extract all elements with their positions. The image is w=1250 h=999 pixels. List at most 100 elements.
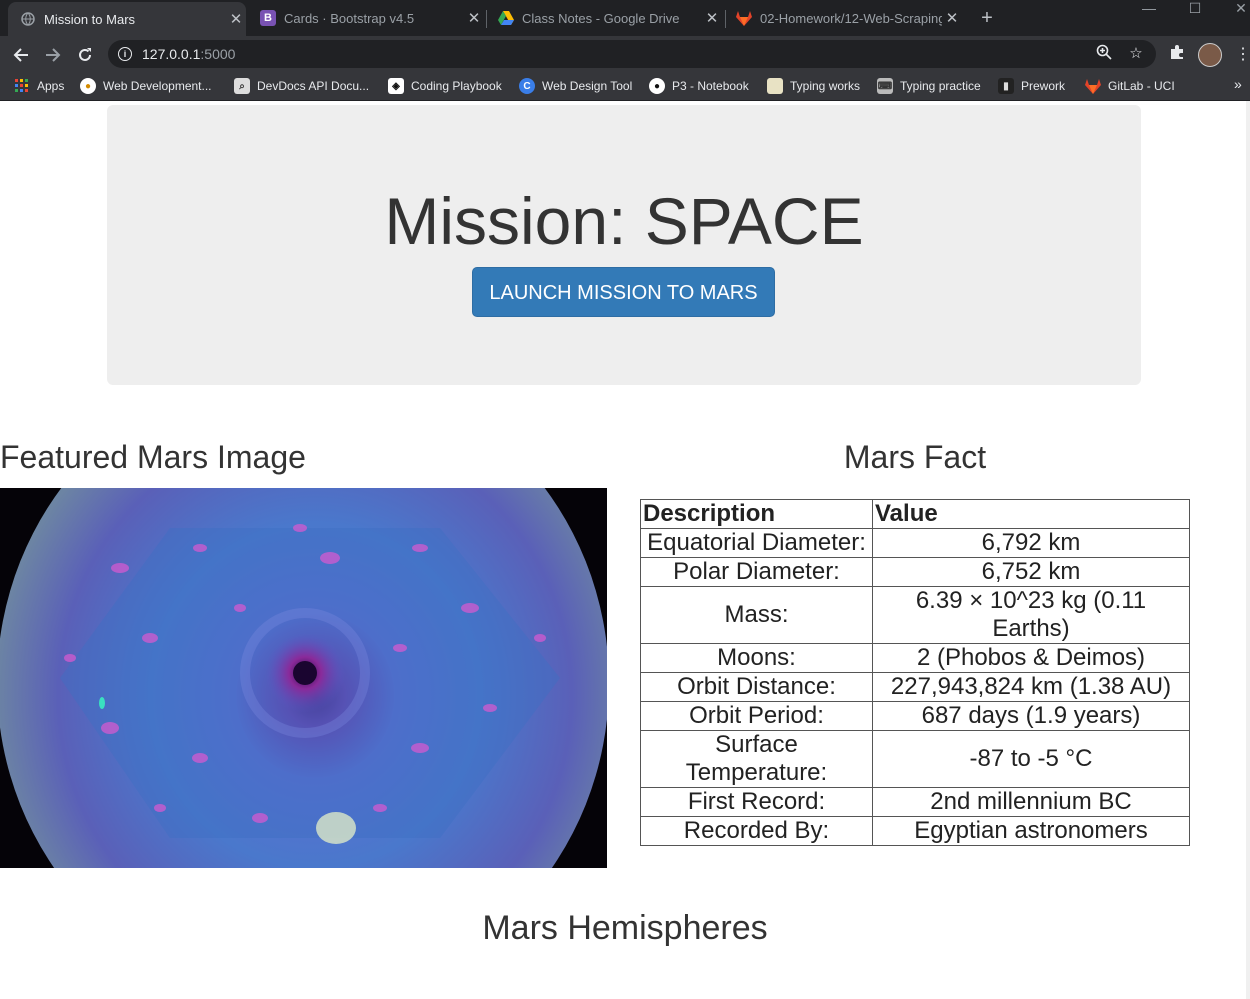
zoom-icon[interactable] <box>1094 44 1114 64</box>
tab-bootstrap-cards[interactable]: B Cards · Bootstrap v4.5 ✕ <box>252 0 484 36</box>
fact-description: Polar Diameter: <box>640 557 873 587</box>
extensions-puzzle-icon[interactable] <box>1166 44 1188 66</box>
tab-close-icon[interactable]: ✕ <box>464 9 484 27</box>
tab-divider <box>725 10 726 28</box>
hemispheres-heading: Mars Hemispheres <box>482 909 768 947</box>
bookmarks-overflow-icon[interactable]: » <box>1234 76 1242 92</box>
tab-title: 02-Homework/12-Web-Scraping <box>760 10 942 26</box>
fact-description: Mass: <box>640 586 873 644</box>
github-icon: ● <box>649 78 665 94</box>
fact-value: Egyptian astronomers <box>872 816 1190 846</box>
fact-description: Equatorial Diameter: <box>640 528 873 558</box>
profile-avatar[interactable] <box>1198 43 1222 67</box>
tab-close-icon[interactable]: ✕ <box>226 10 246 28</box>
browser-tab-strip: Mission to Mars ✕ B Cards · Bootstrap v4… <box>0 0 1250 36</box>
fact-description: Recorded By: <box>640 816 873 846</box>
fact-description: Surface Temperature: <box>640 730 873 788</box>
featured-mars-image <box>0 488 607 868</box>
browser-toolbar: i 127.0.0.1:5000 ☆ ⋮ <box>0 36 1250 72</box>
tab-close-icon[interactable]: ✕ <box>702 9 722 27</box>
bookmark-label: Web Development... <box>103 79 212 93</box>
book-icon: ▮ <box>998 78 1014 94</box>
bookmark-label: Typing works <box>790 79 861 93</box>
bookmark-prework[interactable]: ▮ Prework <box>998 76 1065 96</box>
fact-description: Orbit Period: <box>640 701 873 731</box>
tab-title: Mission to Mars <box>44 11 136 27</box>
mars-facts-table: Description Value Equatorial Diameter: 6,… <box>640 499 1190 846</box>
bookmark-devdocs[interactable]: ⌕ DevDocs API Docu... <box>234 76 369 96</box>
page-title: Mission: SPACE <box>384 184 864 258</box>
tab-title: Cards · Bootstrap v4.5 <box>284 10 415 26</box>
fact-value: 2 (Phobos & Deimos) <box>872 643 1190 673</box>
fact-value: 6,792 km <box>872 528 1190 558</box>
tab-google-drive[interactable]: Class Notes - Google Drive ✕ <box>490 0 722 36</box>
fact-description: Moons: <box>640 643 873 673</box>
apps-grid-icon <box>14 78 30 94</box>
bookmarks-bar: Apps ● Web Development... ⌕ DevDocs API … <box>0 72 1250 101</box>
bookmark-label: Web Design Tool <box>542 79 633 93</box>
table-row: Surface Temperature: -87 to -5 °C <box>640 730 1190 788</box>
fact-value: 687 days (1.9 years) <box>872 701 1190 731</box>
keyboard-icon: ⌨ <box>877 78 893 94</box>
fact-value: -87 to -5 °C <box>872 730 1190 788</box>
bookmark-p3-notebook[interactable]: ● P3 - Notebook <box>649 76 749 96</box>
fact-value: 6,752 km <box>872 557 1190 587</box>
new-tab-icon[interactable]: + <box>976 6 998 30</box>
bookmark-label: Coding Playbook <box>411 79 502 93</box>
star-bookmark-icon[interactable]: ☆ <box>1126 44 1146 64</box>
bookmark-label: DevDocs API Docu... <box>257 79 370 93</box>
table-row: First Record: 2nd millennium BC <box>640 787 1190 817</box>
tab-title: Class Notes - Google Drive <box>522 10 680 26</box>
table-row: Moons: 2 (Phobos & Deimos) <box>640 643 1190 673</box>
tab-mission-to-mars[interactable]: Mission to Mars ✕ <box>8 2 246 36</box>
page-icon <box>767 78 783 94</box>
tab-divider <box>486 10 487 28</box>
bookmark-label: P3 - Notebook <box>672 79 749 93</box>
codepen-icon: ◈ <box>388 78 404 94</box>
url-text: 127.0.0.1:5000 <box>142 46 235 62</box>
table-row: Orbit Distance: 227,943,824 km (1.38 AU) <box>640 672 1190 702</box>
reload-icon[interactable] <box>72 42 98 68</box>
bookmark-gitlab-uci[interactable]: GitLab - UCI <box>1085 76 1175 96</box>
google-drive-icon <box>498 10 514 26</box>
gitlab-icon <box>736 10 752 26</box>
address-bar[interactable]: i 127.0.0.1:5000 ☆ <box>108 40 1156 68</box>
maximize-icon[interactable]: ☐ <box>1180 0 1210 20</box>
menu-kebab-icon[interactable]: ⋮ <box>1232 44 1250 66</box>
launch-mission-button[interactable]: LAUNCH MISSION TO MARS <box>472 267 775 317</box>
fact-description: First Record: <box>640 787 873 817</box>
url-port: :5000 <box>200 46 236 62</box>
bookmark-label: Prework <box>1021 79 1066 93</box>
canva-icon: C <box>519 78 535 94</box>
bookmark-coding-playbook[interactable]: ◈ Coding Playbook <box>388 76 502 96</box>
mars-facts-heading: Mars Fact <box>843 439 987 475</box>
table-row: Orbit Period: 687 days (1.9 years) <box>640 701 1190 731</box>
bookmark-label: Typing practice <box>900 79 981 93</box>
forward-arrow-icon[interactable] <box>40 42 66 68</box>
bookmark-apps[interactable]: Apps <box>14 76 64 96</box>
table-row: Recorded By: Egyptian astronomers <box>640 816 1190 846</box>
fact-description: Orbit Distance: <box>640 672 873 702</box>
tab-gitlab-homework[interactable]: 02-Homework/12-Web-Scraping ✕ <box>728 0 962 36</box>
back-arrow-icon[interactable] <box>8 42 34 68</box>
bookmark-label: GitLab - UCI <box>1108 79 1175 93</box>
bookmark-web-design-tool[interactable]: C Web Design Tool <box>519 76 632 96</box>
window-close-icon[interactable]: ✕ <box>1226 0 1250 20</box>
tab-close-icon[interactable]: ✕ <box>942 9 962 27</box>
featured-image-heading: Featured Mars Image <box>0 439 306 475</box>
table-header-row: Description Value <box>640 499 1190 529</box>
bookmark-web-development[interactable]: ● Web Development... <box>80 76 212 96</box>
table-row: Equatorial Diameter: 6,792 km <box>640 528 1190 558</box>
bookmark-typing-practice[interactable]: ⌨ Typing practice <box>877 76 981 96</box>
url-host: 127.0.0.1 <box>142 46 201 62</box>
page-scrollbar[interactable] <box>1246 101 1250 999</box>
minimize-icon[interactable]: — <box>1134 0 1164 20</box>
jumbotron: Mission: SPACE LAUNCH MISSION TO MARS <box>107 105 1141 385</box>
bookmark-label: Apps <box>37 79 65 93</box>
table-row: Mass: 6.39 × 10^23 kg (0.11 Earths) <box>640 586 1190 644</box>
devdocs-icon: ⌕ <box>234 78 250 94</box>
fact-value: 6.39 × 10^23 kg (0.11 Earths) <box>872 586 1190 644</box>
table-row: Polar Diameter: 6,752 km <box>640 557 1190 587</box>
bookmark-typing-works[interactable]: Typing works <box>767 76 860 96</box>
info-icon[interactable]: i <box>118 47 132 61</box>
